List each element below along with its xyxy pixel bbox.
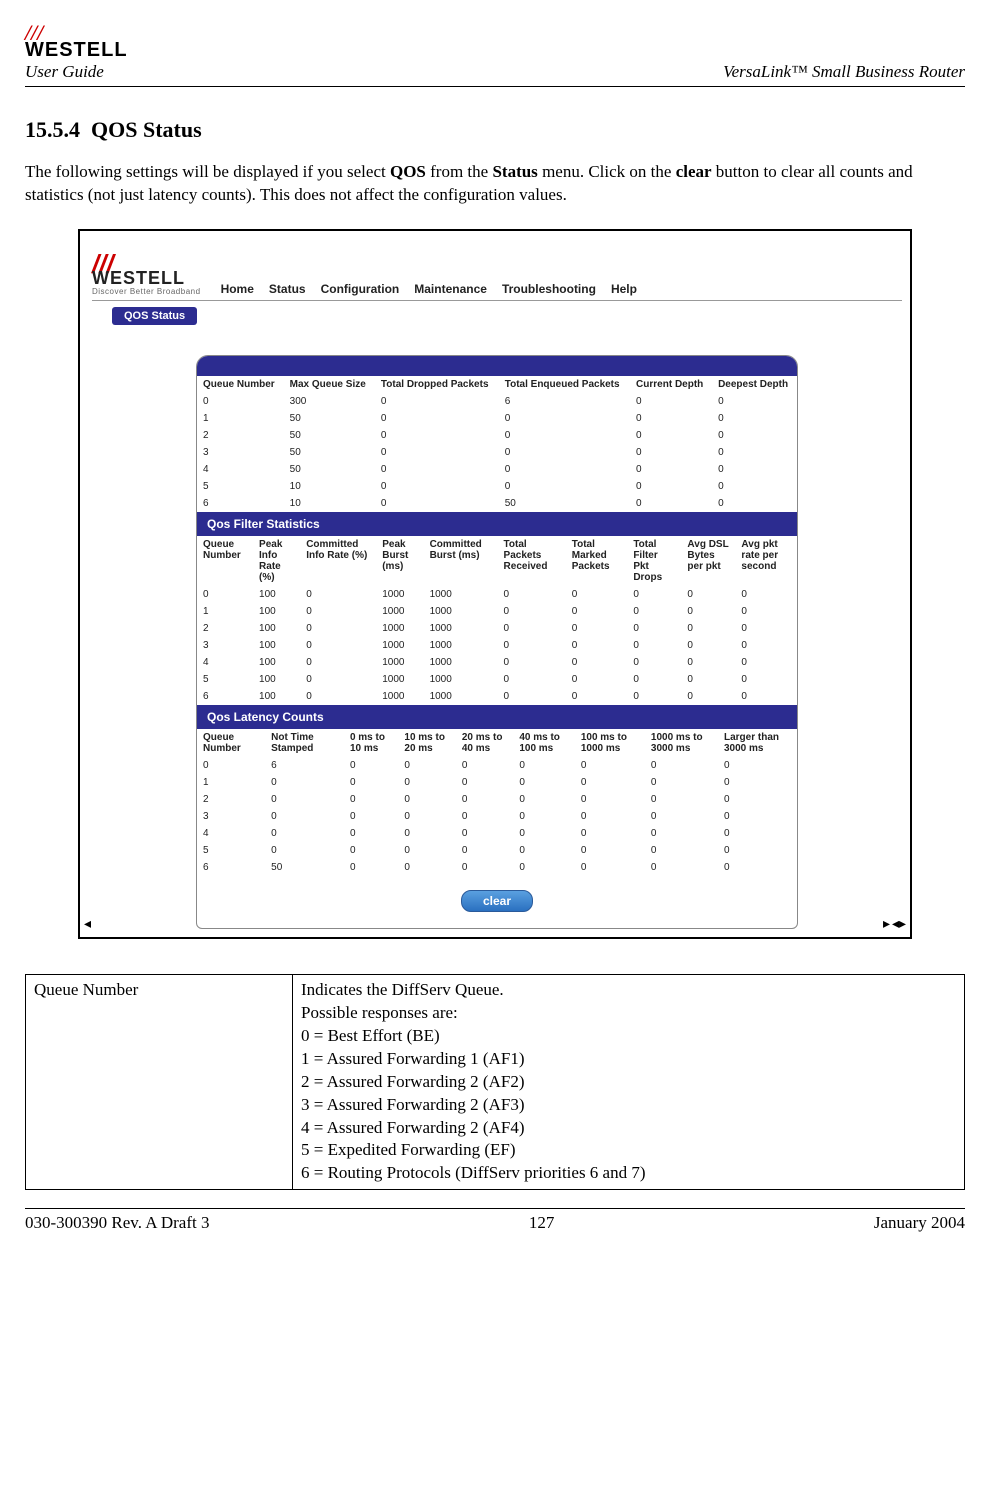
clear-button[interactable]: clear: [461, 890, 533, 912]
scroll-right-icon[interactable]: ▸: [883, 916, 890, 933]
footer-left: 030-300390 Rev. A Draft 3: [25, 1213, 209, 1233]
t1-h-enqueued: Total Enqueued Packets: [499, 376, 630, 393]
desc-right: Indicates the DiffServ Queue.Possible re…: [293, 974, 965, 1189]
queue-depth-table: Queue Number Max Queue Size Total Droppe…: [197, 376, 797, 512]
brand-block: /// WESTELL User Guide: [25, 20, 128, 82]
brand-swoosh-icon: ///: [25, 20, 70, 38]
menu-home[interactable]: Home: [221, 282, 254, 296]
table-row: 1500000: [197, 410, 797, 427]
user-guide-label: User Guide: [25, 62, 128, 82]
screenshot-frame: /// WESTELL Discover Better Broadband Ho…: [78, 229, 912, 939]
panel-top-bar: [197, 356, 797, 376]
ui-top-bar: /// WESTELL Discover Better Broadband Ho…: [92, 249, 902, 301]
menu-configuration[interactable]: Configuration: [321, 282, 400, 296]
table-row: 300000000: [197, 808, 797, 825]
table-row: 510001000100000000: [197, 671, 797, 688]
tab-qos-status[interactable]: QOS Status: [112, 307, 197, 325]
table-row: 410001000100000000: [197, 654, 797, 671]
table-row: 5100000: [197, 478, 797, 495]
ui-logo: /// WESTELL Discover Better Broadband: [92, 249, 201, 296]
bar-latency-counts: Qos Latency Counts: [197, 705, 797, 729]
latency-counts-table: Queue Number Not Time Stamped 0 ms to 10…: [197, 729, 797, 876]
table-row: 060000000: [197, 757, 797, 774]
table-row: 500000000: [197, 842, 797, 859]
table-row: 2500000: [197, 427, 797, 444]
table-row: 200000000: [197, 791, 797, 808]
section-heading: 15.5.4 QOS Status: [25, 117, 965, 143]
table-row: 210001000100000000: [197, 620, 797, 637]
ui-brand-text: WESTELL: [92, 269, 201, 287]
footer-right: January 2004: [874, 1213, 965, 1233]
desc-left: Queue Number: [26, 974, 293, 1189]
t1-h-maxsize: Max Queue Size: [284, 376, 375, 393]
scroll-corner-icon[interactable]: ◂▸: [892, 916, 906, 933]
section-number: 15.5.4: [25, 117, 80, 142]
intro-paragraph: The following settings will be displayed…: [25, 161, 965, 207]
table-row: 03000600: [197, 393, 797, 410]
scroll-left-icon[interactable]: ◂: [84, 916, 91, 933]
footer-center: 127: [529, 1213, 555, 1233]
t1-h-deepest: Deepest Depth: [712, 376, 797, 393]
table-row: 3500000: [197, 444, 797, 461]
table-row: 400000000: [197, 825, 797, 842]
brand-logo: WESTELL: [25, 40, 128, 60]
table-row: 6500000000: [197, 859, 797, 876]
ui-menu: Home Status Configuration Maintenance Tr…: [221, 282, 637, 296]
t1-h-queue: Queue Number: [197, 376, 284, 393]
menu-maintenance[interactable]: Maintenance: [414, 282, 487, 296]
page-footer: 030-300390 Rev. A Draft 3 127 January 20…: [25, 1208, 965, 1233]
ui-tagline: Discover Better Broadband: [92, 287, 201, 296]
menu-help[interactable]: Help: [611, 282, 637, 296]
menu-status[interactable]: Status: [269, 282, 306, 296]
table-row: 110001000100000000: [197, 603, 797, 620]
page-header: /// WESTELL User Guide VersaLink™ Small …: [25, 20, 965, 87]
bar-filter-stats: Qos Filter Statistics: [197, 512, 797, 536]
t1-h-dropped: Total Dropped Packets: [375, 376, 499, 393]
table-row: 61005000: [197, 495, 797, 512]
menu-troubleshooting[interactable]: Troubleshooting: [502, 282, 596, 296]
table-row: 610001000100000000: [197, 688, 797, 705]
table-row: 100000000: [197, 774, 797, 791]
filter-stats-table: Queue Number Peak Info Rate (%) Committe…: [197, 536, 797, 705]
qos-panel: Queue Number Max Queue Size Total Droppe…: [196, 355, 798, 929]
table-row: 310001000100000000: [197, 637, 797, 654]
description-table: Queue Number Indicates the DiffServ Queu…: [25, 974, 965, 1190]
table-row: 4500000: [197, 461, 797, 478]
ui-swoosh-icon: ///: [92, 249, 137, 267]
product-name: VersaLink™ Small Business Router: [723, 62, 965, 82]
table-row: 010001000100000000: [197, 586, 797, 603]
section-title: QOS Status: [91, 117, 202, 142]
t1-h-current: Current Depth: [630, 376, 712, 393]
